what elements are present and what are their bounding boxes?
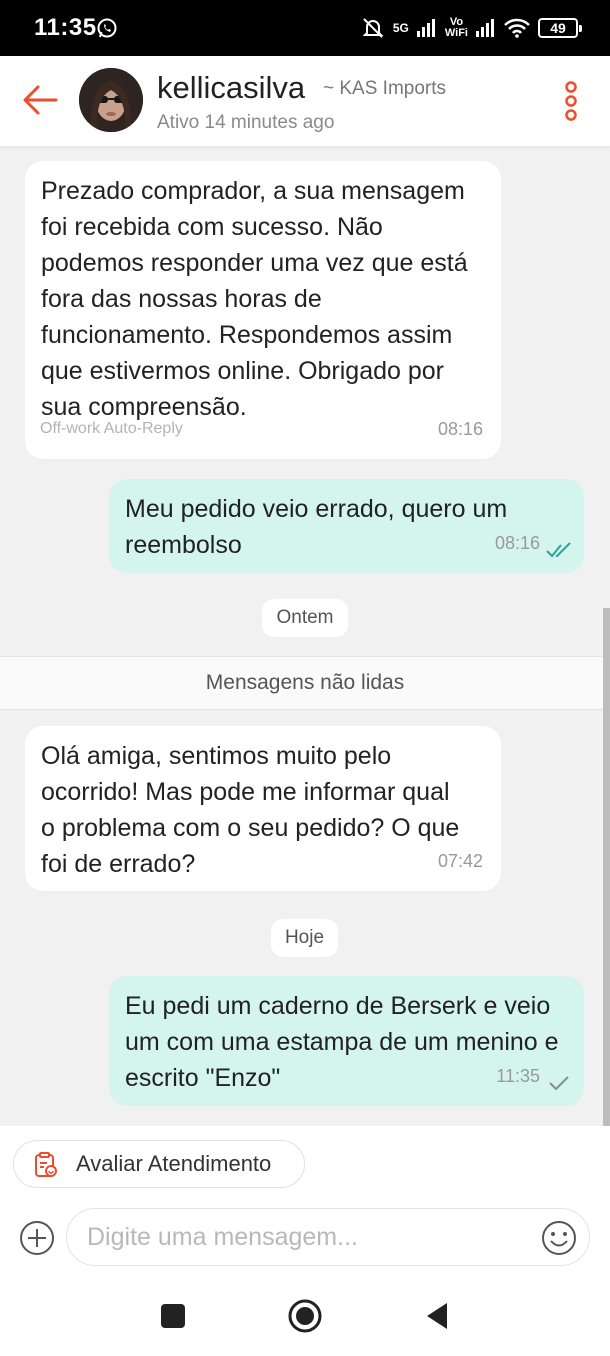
back-arrow-icon[interactable]	[18, 78, 62, 122]
avatar[interactable]	[79, 68, 143, 132]
whatsapp-icon	[97, 18, 117, 38]
more-options-icon[interactable]	[558, 80, 584, 122]
message-outgoing[interactable]: Eu pedi um caderno de Berserk e veio um …	[109, 976, 584, 1106]
network-5g-label: 5G	[392, 21, 409, 35]
message-incoming[interactable]: Prezado comprador, a sua mensagem foi re…	[25, 161, 501, 459]
rate-service-button[interactable]: Avaliar Atendimento	[13, 1140, 305, 1188]
muted-bell-icon	[362, 18, 384, 38]
date-divider-yesterday: Ontem	[262, 599, 348, 637]
chat-area[interactable]: Prezado comprador, a sua mensagem foi re…	[0, 146, 610, 1126]
status-icons: 5G Vo WiFi 49	[361, 12, 582, 44]
wifi-icon	[504, 18, 530, 38]
home-button[interactable]	[287, 1298, 323, 1334]
message-time: 08:16	[437, 419, 483, 439]
date-divider-today: Hoje	[271, 919, 338, 957]
single-check-icon	[549, 1076, 569, 1091]
rating-form-icon	[35, 1152, 57, 1177]
vowifi-label: Vo WiFi	[444, 16, 468, 39]
emoji-icon[interactable]	[540, 1219, 578, 1257]
bottom-panel: Avaliar Atendimento	[0, 1126, 610, 1356]
signal-icon-2	[476, 19, 494, 37]
contact-status: Ativo 14 minutes ago	[157, 112, 335, 133]
status-bar: 11:35 5G Vo WiFi 49	[0, 0, 610, 56]
message-incoming[interactable]: Olá amiga, sentimos muito pelo ocorrido!…	[25, 726, 501, 891]
message-time: 08:16	[494, 533, 540, 553]
message-text: Prezado comprador, a sua mensagem foi re…	[41, 177, 468, 421]
plus-circle-icon[interactable]	[19, 1220, 55, 1256]
shop-name[interactable]: ~ KAS Imports	[323, 78, 446, 100]
signal-icon	[416, 19, 435, 37]
contact-name[interactable]: kellicasilva	[157, 70, 305, 106]
chat-header: kellicasilva ~ KAS Imports Ativo 14 minu…	[0, 56, 610, 146]
scrollbar-thumb[interactable]	[603, 608, 610, 1126]
rate-service-label: Avaliar Atendimento	[76, 1151, 272, 1176]
avatar-image	[79, 68, 143, 132]
message-time: 07:42	[437, 851, 483, 871]
battery-indicator: 49	[538, 18, 582, 38]
message-input[interactable]	[66, 1208, 590, 1266]
recent-apps-button[interactable]	[161, 1304, 185, 1328]
system-nav-bar	[0, 1276, 610, 1356]
double-check-icon	[546, 542, 571, 558]
message-outgoing[interactable]: Meu pedido veio errado, quero um reembol…	[109, 479, 584, 573]
system-back-button[interactable]	[425, 1302, 449, 1330]
message-text: Olá amiga, sentimos muito pelo ocorrido!…	[41, 742, 460, 878]
message-time: 11:35	[496, 1066, 540, 1086]
unread-messages-divider: Mensagens não lidas	[0, 656, 610, 710]
auto-reply-tag: Off-work Auto-Reply	[40, 420, 183, 437]
status-time: 11:35	[34, 14, 97, 41]
